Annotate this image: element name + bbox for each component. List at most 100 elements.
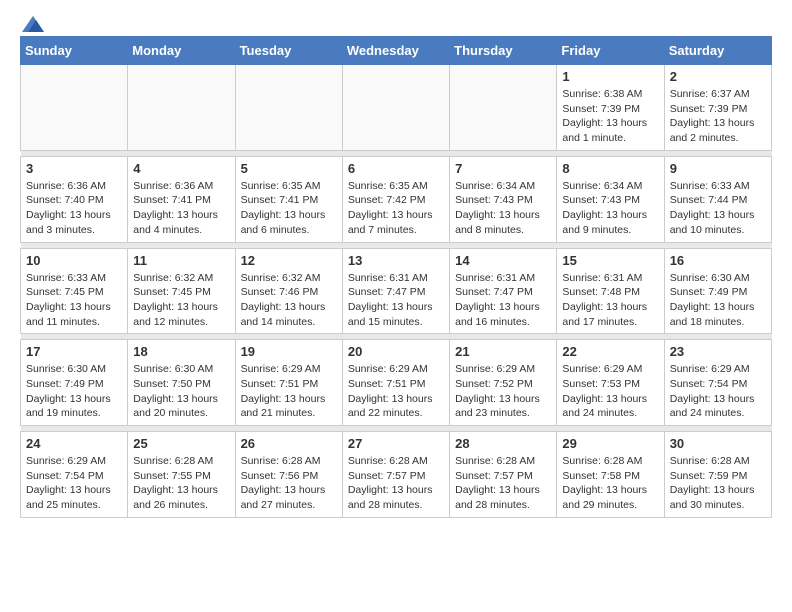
day-number: 2: [670, 69, 766, 84]
day-number: 16: [670, 253, 766, 268]
header: [20, 16, 772, 28]
calendar-cell: 26 Sunrise: 6:28 AM Sunset: 7:56 PM Dayli…: [235, 432, 342, 518]
day-number: 13: [348, 253, 444, 268]
calendar-cell: 15 Sunrise: 6:31 AM Sunset: 7:48 PM Dayli…: [557, 248, 664, 334]
day-info: Sunrise: 6:33 AM Sunset: 7:45 PM Dayligh…: [26, 271, 122, 330]
calendar-cell: 21Sunrise: 6:29 AM Sunset: 7:52 PM Dayli…: [450, 340, 557, 426]
calendar-week-row: 17 Sunrise: 6:30 AM Sunset: 7:49 PM Dayli…: [21, 340, 772, 426]
calendar-cell: 5 Sunrise: 6:35 AM Sunset: 7:41 PM Daylig…: [235, 156, 342, 242]
calendar-cell: 9 Sunrise: 6:33 AM Sunset: 7:44 PM Daylig…: [664, 156, 771, 242]
day-number: 22: [562, 344, 658, 359]
calendar-cell: 10 Sunrise: 6:33 AM Sunset: 7:45 PM Dayli…: [21, 248, 128, 334]
day-number: 12: [241, 253, 337, 268]
calendar-cell: 24 Sunrise: 6:29 AM Sunset: 7:54 PM Dayli…: [21, 432, 128, 518]
calendar-cell: [342, 65, 449, 151]
day-info: Sunrise: 6:29 AM Sunset: 7:54 PM Dayligh…: [26, 454, 122, 513]
calendar-cell: [128, 65, 235, 151]
day-info: Sunrise: 6:30 AM Sunset: 7:49 PM Dayligh…: [670, 271, 766, 330]
day-info: Sunrise: 6:28 AM Sunset: 7:55 PM Dayligh…: [133, 454, 229, 513]
logo-icon: [22, 16, 44, 32]
calendar-cell: 11Sunrise: 6:32 AM Sunset: 7:45 PM Dayli…: [128, 248, 235, 334]
day-info: Sunrise: 6:31 AM Sunset: 7:47 PM Dayligh…: [348, 271, 444, 330]
calendar-cell: 27 Sunrise: 6:28 AM Sunset: 7:57 PM Dayli…: [342, 432, 449, 518]
day-info: Sunrise: 6:36 AM Sunset: 7:40 PM Dayligh…: [26, 179, 122, 238]
day-number: 23: [670, 344, 766, 359]
calendar-week-row: 24 Sunrise: 6:29 AM Sunset: 7:54 PM Dayli…: [21, 432, 772, 518]
calendar-cell: 16 Sunrise: 6:30 AM Sunset: 7:49 PM Dayli…: [664, 248, 771, 334]
day-info: Sunrise: 6:33 AM Sunset: 7:44 PM Dayligh…: [670, 179, 766, 238]
day-number: 7: [455, 161, 551, 176]
day-number: 1: [562, 69, 658, 84]
calendar-cell: 8 Sunrise: 6:34 AM Sunset: 7:43 PM Daylig…: [557, 156, 664, 242]
calendar-cell: 25 Sunrise: 6:28 AM Sunset: 7:55 PM Dayli…: [128, 432, 235, 518]
day-info: Sunrise: 6:29 AM Sunset: 7:54 PM Dayligh…: [670, 362, 766, 421]
day-number: 25: [133, 436, 229, 451]
calendar-cell: 2 Sunrise: 6:37 AM Sunset: 7:39 PM Daylig…: [664, 65, 771, 151]
day-info: Sunrise: 6:31 AM Sunset: 7:48 PM Dayligh…: [562, 271, 658, 330]
day-info: Sunrise: 6:35 AM Sunset: 7:42 PM Dayligh…: [348, 179, 444, 238]
calendar-cell: 3 Sunrise: 6:36 AM Sunset: 7:40 PM Daylig…: [21, 156, 128, 242]
day-number: 3: [26, 161, 122, 176]
day-number: 10: [26, 253, 122, 268]
weekday-header-row: SundayMondayTuesdayWednesdayThursdayFrid…: [21, 37, 772, 65]
calendar-cell: 28 Sunrise: 6:28 AM Sunset: 7:57 PM Dayli…: [450, 432, 557, 518]
day-info: Sunrise: 6:28 AM Sunset: 7:58 PM Dayligh…: [562, 454, 658, 513]
day-info: Sunrise: 6:35 AM Sunset: 7:41 PM Dayligh…: [241, 179, 337, 238]
calendar-cell: 13 Sunrise: 6:31 AM Sunset: 7:47 PM Dayli…: [342, 248, 449, 334]
day-info: Sunrise: 6:32 AM Sunset: 7:46 PM Dayligh…: [241, 271, 337, 330]
day-number: 17: [26, 344, 122, 359]
day-number: 21: [455, 344, 551, 359]
day-number: 30: [670, 436, 766, 451]
day-number: 26: [241, 436, 337, 451]
day-number: 24: [26, 436, 122, 451]
calendar-cell: 22 Sunrise: 6:29 AM Sunset: 7:53 PM Dayli…: [557, 340, 664, 426]
calendar-cell: 23 Sunrise: 6:29 AM Sunset: 7:54 PM Dayli…: [664, 340, 771, 426]
day-number: 11: [133, 253, 229, 268]
weekday-header: Friday: [557, 37, 664, 65]
day-info: Sunrise: 6:28 AM Sunset: 7:59 PM Dayligh…: [670, 454, 766, 513]
day-info: Sunrise: 6:28 AM Sunset: 7:57 PM Dayligh…: [348, 454, 444, 513]
day-info: Sunrise: 6:36 AM Sunset: 7:41 PM Dayligh…: [133, 179, 229, 238]
day-info: Sunrise: 6:28 AM Sunset: 7:56 PM Dayligh…: [241, 454, 337, 513]
day-number: 9: [670, 161, 766, 176]
calendar-week-row: 3 Sunrise: 6:36 AM Sunset: 7:40 PM Daylig…: [21, 156, 772, 242]
calendar-cell: 19Sunrise: 6:29 AM Sunset: 7:51 PM Dayli…: [235, 340, 342, 426]
calendar-cell: 4 Sunrise: 6:36 AM Sunset: 7:41 PM Daylig…: [128, 156, 235, 242]
calendar-cell: 29Sunrise: 6:28 AM Sunset: 7:58 PM Dayli…: [557, 432, 664, 518]
day-info: Sunrise: 6:29 AM Sunset: 7:53 PM Dayligh…: [562, 362, 658, 421]
weekday-header: Thursday: [450, 37, 557, 65]
day-info: Sunrise: 6:37 AM Sunset: 7:39 PM Dayligh…: [670, 87, 766, 146]
weekday-header: Saturday: [664, 37, 771, 65]
calendar-week-row: 10 Sunrise: 6:33 AM Sunset: 7:45 PM Dayli…: [21, 248, 772, 334]
day-number: 4: [133, 161, 229, 176]
day-number: 28: [455, 436, 551, 451]
calendar-cell: 30 Sunrise: 6:28 AM Sunset: 7:59 PM Dayli…: [664, 432, 771, 518]
day-info: Sunrise: 6:38 AM Sunset: 7:39 PM Dayligh…: [562, 87, 658, 146]
calendar-cell: 12 Sunrise: 6:32 AM Sunset: 7:46 PM Dayli…: [235, 248, 342, 334]
day-number: 19: [241, 344, 337, 359]
weekday-header: Tuesday: [235, 37, 342, 65]
day-info: Sunrise: 6:29 AM Sunset: 7:51 PM Dayligh…: [348, 362, 444, 421]
calendar-cell: [450, 65, 557, 151]
calendar-cell: 20 Sunrise: 6:29 AM Sunset: 7:51 PM Dayli…: [342, 340, 449, 426]
calendar-cell: 18Sunrise: 6:30 AM Sunset: 7:50 PM Dayli…: [128, 340, 235, 426]
day-info: Sunrise: 6:31 AM Sunset: 7:47 PM Dayligh…: [455, 271, 551, 330]
calendar-cell: 7Sunrise: 6:34 AM Sunset: 7:43 PM Daylig…: [450, 156, 557, 242]
weekday-header: Sunday: [21, 37, 128, 65]
day-number: 18: [133, 344, 229, 359]
day-info: Sunrise: 6:34 AM Sunset: 7:43 PM Dayligh…: [562, 179, 658, 238]
calendar-cell: 17 Sunrise: 6:30 AM Sunset: 7:49 PM Dayli…: [21, 340, 128, 426]
calendar-cell: 6 Sunrise: 6:35 AM Sunset: 7:42 PM Daylig…: [342, 156, 449, 242]
day-number: 14: [455, 253, 551, 268]
logo: [20, 16, 44, 28]
calendar-cell: [235, 65, 342, 151]
day-number: 5: [241, 161, 337, 176]
day-info: Sunrise: 6:28 AM Sunset: 7:57 PM Dayligh…: [455, 454, 551, 513]
day-number: 27: [348, 436, 444, 451]
calendar-cell: 1 Sunrise: 6:38 AM Sunset: 7:39 PM Daylig…: [557, 65, 664, 151]
day-number: 8: [562, 161, 658, 176]
day-info: Sunrise: 6:30 AM Sunset: 7:49 PM Dayligh…: [26, 362, 122, 421]
day-number: 20: [348, 344, 444, 359]
day-number: 15: [562, 253, 658, 268]
day-number: 6: [348, 161, 444, 176]
